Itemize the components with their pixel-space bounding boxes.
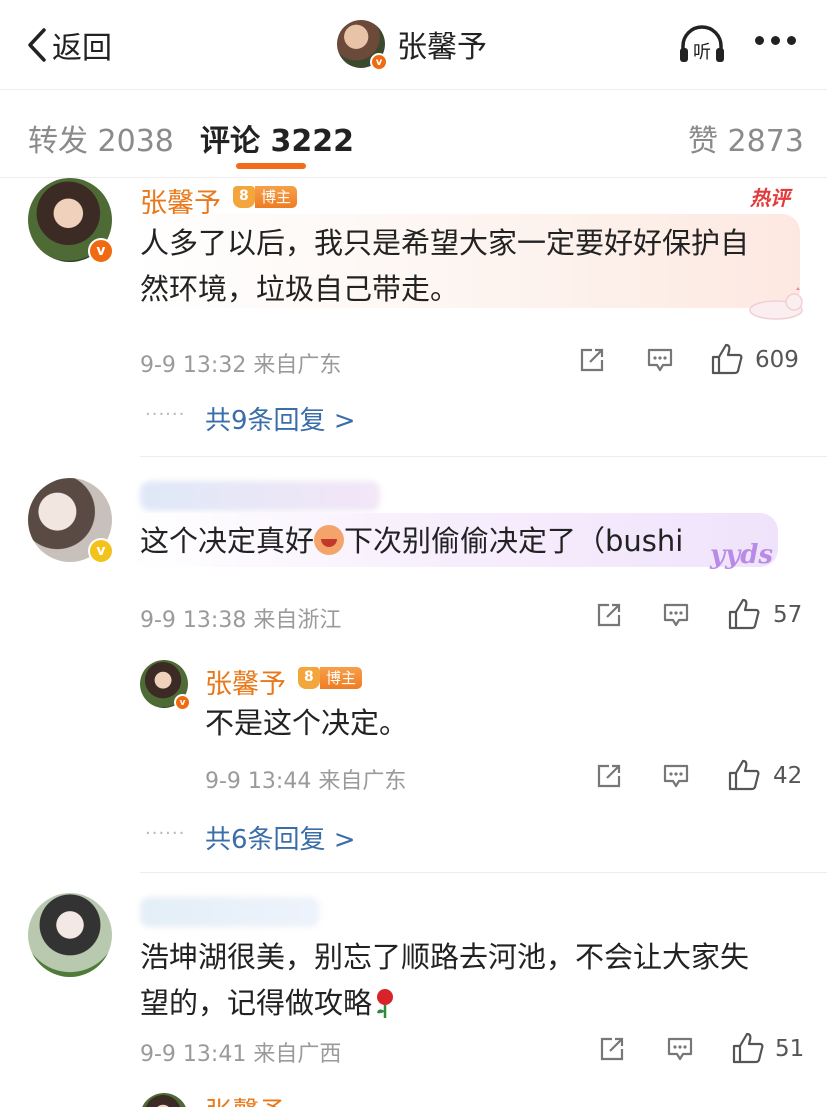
comment-time-location: 9-9 13:38 来自浙江 (140, 608, 342, 633)
like-icon[interactable] (710, 343, 744, 375)
tab-active-indicator (236, 163, 306, 169)
avatar[interactable]: v (337, 20, 388, 71)
crown-icon (298, 667, 320, 689)
comment-text-line: 然环境，垃圾自己带走。 (140, 272, 460, 306)
reply-time-location: 9-9 13:44 来自广东 (205, 769, 407, 794)
comment-divider (140, 456, 827, 457)
rose-emoji (377, 989, 394, 1018)
like-count: 609 (755, 347, 799, 373)
reply-text: 不是这个决定。 (205, 706, 409, 740)
share-icon[interactable] (578, 346, 606, 374)
like-icon[interactable] (731, 1032, 765, 1064)
share-icon[interactable] (595, 762, 623, 790)
laugh-emoji (314, 525, 345, 555)
comment-time-location: 9-9 13:41 来自广西 (140, 1042, 342, 1067)
hot-comment-badge: 热评 (750, 186, 790, 210)
comment-username-obscured[interactable] (140, 481, 380, 511)
blogger-tag-label: 博主 (320, 667, 363, 689)
comment-icon[interactable] (662, 601, 690, 629)
avatar[interactable] (28, 893, 112, 977)
comment-text-line: 人多了以后，我只是希望大家一定要好好保护自 (140, 226, 750, 260)
comment-text-part: 下次别偷偷决定了（bushi (344, 524, 684, 558)
like-count: 42 (773, 763, 803, 789)
tab-likes[interactable]: 赞 2873 (688, 116, 804, 160)
tab-reposts[interactable]: 转发 2038 (28, 116, 174, 160)
share-icon[interactable] (598, 1035, 626, 1063)
verified-icon: v (88, 538, 114, 564)
back-button[interactable]: 返回 (22, 22, 112, 68)
crown-icon (233, 186, 255, 208)
like-count: 51 (775, 1036, 805, 1062)
reply-dots: ······ (145, 404, 186, 425)
more-icon[interactable] (755, 36, 796, 45)
yyds-sticker: yyds (710, 540, 774, 570)
comment-icon[interactable] (666, 1035, 694, 1063)
comment-text-line: 望的，记得做攻略 (140, 986, 373, 1020)
blogger-badge: 博主 (298, 666, 363, 690)
comment-username-obscured[interactable] (140, 897, 320, 927)
comment-time-location: 9-9 13:32 来自广东 (140, 353, 342, 378)
blogger-badge: 博主 (233, 185, 298, 209)
avatar[interactable]: v (140, 660, 191, 711)
avatar[interactable]: v (28, 478, 114, 564)
reply-username[interactable]: 张馨予 (205, 1090, 286, 1107)
avatar[interactable]: v (28, 178, 114, 264)
share-icon[interactable] (595, 601, 623, 629)
comment-text: 浩坤湖很美，别忘了顺路去河池，不会让大家失 望的，记得做攻略 (140, 934, 749, 1026)
listen-label: 听 (693, 42, 711, 63)
back-label: 返回 (52, 31, 112, 66)
tab-comments[interactable]: 评论 3222 (200, 116, 354, 160)
comment-icon[interactable] (662, 762, 690, 790)
comment-text: 人多了以后，我只是希望大家一定要好好保护自 然环境，垃圾自己带走。 (140, 220, 749, 312)
like-icon[interactable] (727, 598, 761, 630)
like-icon[interactable] (727, 759, 761, 791)
view-replies-link[interactable]: 共9条回复 > (205, 400, 356, 437)
verified-icon: v (174, 694, 191, 711)
verified-icon: v (88, 238, 114, 264)
cat-sticker-icon (749, 287, 803, 320)
avatar[interactable] (140, 1093, 188, 1107)
comment-divider (140, 872, 827, 873)
comment-icon[interactable] (646, 346, 674, 374)
page-title: 张馨予 (397, 30, 487, 65)
verified-icon: v (370, 53, 388, 71)
chevron-left-icon (28, 28, 46, 62)
view-replies-link[interactable]: 共6条回复 > (205, 819, 356, 856)
reply-username[interactable]: 张馨予 (205, 662, 286, 701)
headphone-icon[interactable]: 听 (677, 22, 727, 68)
like-count: 57 (773, 602, 803, 628)
reply-dots: ······ (145, 823, 186, 844)
comment-text: 这个决定真好 下次别偷偷决定了（bushi (140, 518, 683, 564)
comment-text-part: 这个决定真好 (140, 524, 315, 558)
tab-bar: 转发 2038 评论 3222 赞 2873 (0, 90, 827, 178)
title-user[interactable]: v 张馨予 (337, 20, 487, 71)
comment-text-line: 浩坤湖很美，别忘了顺路去河池，不会让大家失 (140, 940, 750, 974)
top-nav-bar: 返回 v 张馨予 听 (0, 0, 827, 90)
blogger-tag-label: 博主 (255, 186, 298, 208)
